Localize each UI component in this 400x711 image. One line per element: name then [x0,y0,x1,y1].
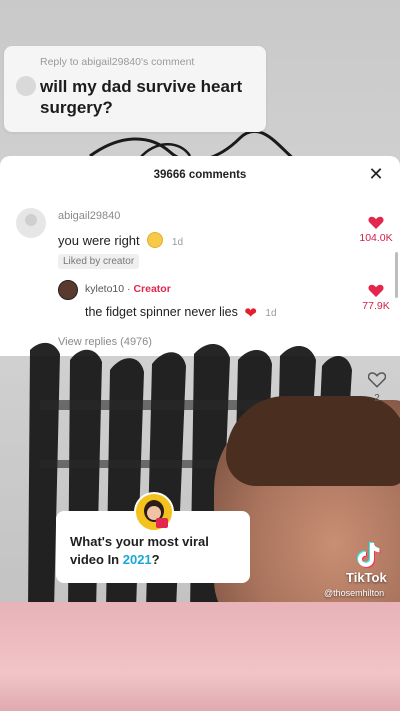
comment-body: you were right [58,233,140,248]
reply-username[interactable]: kyleto10 [85,283,124,295]
red-heart-emoji-icon: ❤ [244,305,257,322]
viral-prompt-suffix: ? [151,552,160,567]
comments-count: 39666 comments [153,169,247,181]
comment-like-button[interactable]: 104.0K [349,216,400,244]
comment-like-count: 104.0K [359,232,393,244]
tiktok-handle: @thosemhilton [324,588,385,598]
reply-question: will my dad survive heart surgery? [40,77,243,117]
viral-prompt-year: 2021 [122,552,152,567]
heart-icon [368,284,384,297]
person-shirt [0,602,400,711]
second-like-count: 2 [374,393,380,404]
reply-header: Reply to abigail29840's comment [40,56,195,68]
question-badge-icon [156,518,168,528]
comments-panel: 39666 comments ✕ abigail29840 you were r… [0,156,400,356]
tiktok-wordmark: TikTok [346,570,387,585]
reply-time: 1d [265,308,277,319]
creator-avatar[interactable] [58,280,78,300]
comment-text: you were right 1d [58,232,183,248]
heart-icon [368,216,384,229]
tiktok-logo-icon [357,542,381,568]
reply-like-button[interactable]: 77.9K [349,284,400,312]
comment-time: 1d [171,237,184,248]
viral-prompt-text: What's your most viral video In 2021? [70,533,240,569]
comment-avatar[interactable] [16,208,46,238]
viral-card-avatar [134,492,174,532]
comment-username[interactable]: abigail29840 [58,210,120,222]
comments-scrollbar[interactable] [395,252,398,298]
comment-like-outline-button[interactable]: 2 [366,372,388,404]
creator-tag: Creator [133,283,171,295]
reply-username-row: kyleto10 · Creator [85,283,171,295]
reply-like-count: 77.9K [362,300,390,312]
person-hair [226,396,400,486]
liked-by-creator-badge: Liked by creator [58,254,140,269]
slight-smile-emoji-icon [147,232,164,248]
close-icon[interactable]: ✕ [368,165,384,183]
reply-body: the fidget spinner never lies [85,305,238,319]
heart-outline-icon [367,372,387,388]
reply-text: the fidget spinner never lies ❤ 1d [85,304,277,322]
reply-comment-bubble: Reply to abigail29840's comment will my … [4,46,266,132]
reply-avatar [16,76,36,96]
